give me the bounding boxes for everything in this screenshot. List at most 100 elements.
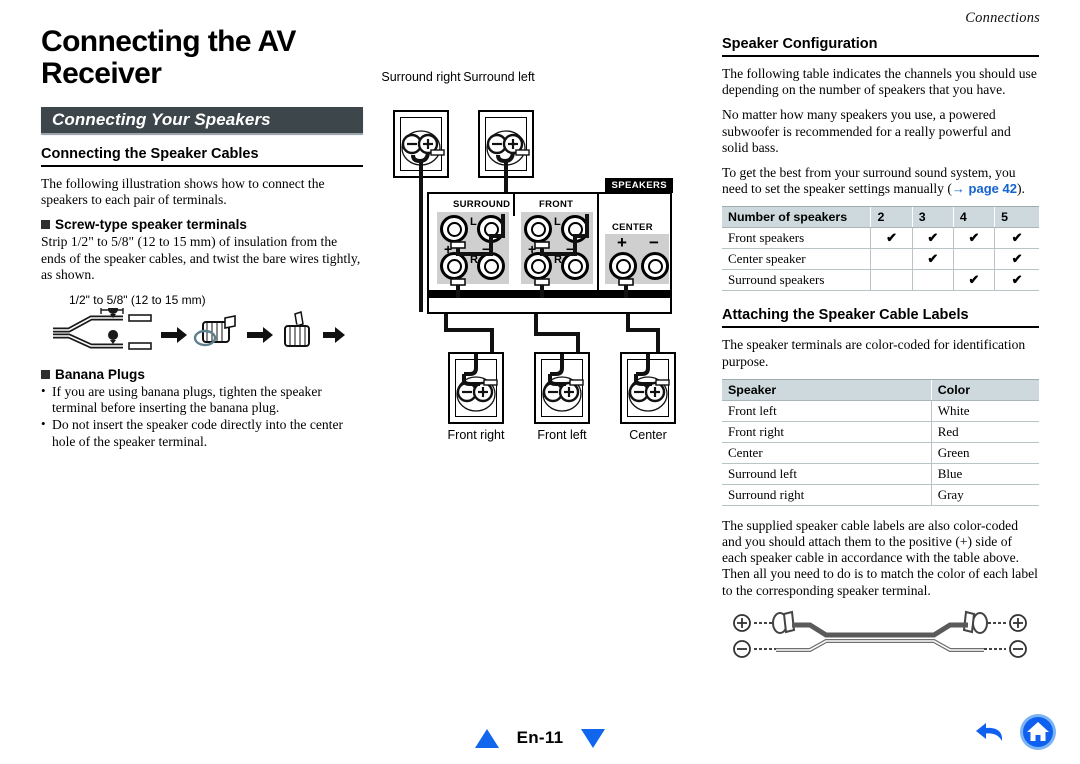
cell-check [953, 248, 996, 271]
terminal-pair-icon [401, 130, 445, 176]
table-header-row: Speaker Color [722, 379, 1039, 401]
cell-check [870, 269, 913, 292]
table-row: Center Green [722, 442, 1039, 464]
right-column: Speaker Configuration The following tabl… [722, 36, 1039, 669]
cell-check: ✔ [994, 269, 1039, 292]
terminal-front-left-plus[interactable] [524, 215, 552, 243]
terminal-center-plus[interactable] [609, 252, 637, 280]
col-header-3: 3 [912, 207, 954, 229]
wire-strip-figure: 1/2" to 5/8" (12 to 15 mm) [51, 293, 363, 355]
col-header-speaker: Speaker [722, 379, 932, 401]
previous-page-button[interactable] [474, 728, 499, 748]
row-label: Center speaker [722, 248, 872, 271]
list-item: Do not insert the speaker code directly … [41, 416, 363, 449]
speaker-center [620, 352, 676, 424]
polarity-minus: − [566, 241, 575, 257]
table-row: Center speaker ✔ ✔ [722, 248, 1039, 271]
cell-check: ✔ [994, 227, 1039, 250]
cell-check: ✔ [870, 227, 913, 250]
speaker-cable-illustration [733, 610, 1027, 658]
section-heading: Connecting the Speaker Cables [41, 146, 259, 162]
channel-label-left: L [470, 216, 477, 228]
speaker-wiring-diagram: Surround right Surround left SPEAKERS SU… [381, 62, 706, 462]
row-label: Surround speakers [722, 269, 872, 292]
channel-label-left: L [554, 216, 561, 228]
speaker-cable-figure [722, 609, 1039, 669]
page-title: Connecting the AV Receiver [41, 25, 296, 90]
cell-check: ✔ [994, 248, 1039, 271]
config-p3-after: ). [1016, 181, 1025, 197]
speaker-color-table-wrap: Speaker Color Front left White Front rig… [722, 378, 1039, 506]
speaker-color: Red [931, 421, 1039, 443]
speakers-tag: SPEAKERS [604, 178, 673, 193]
caption-front-left: Front left [537, 428, 587, 442]
back-arrow-icon[interactable] [972, 714, 1008, 750]
table-row: Front right Red [722, 421, 1039, 443]
speaker-surround-left [478, 110, 534, 178]
speaker-color: Gray [931, 484, 1039, 506]
terminal-surround-left-minus[interactable] [477, 215, 505, 243]
left-column: Connecting the AV Receiver Connecting Yo… [41, 26, 363, 451]
config-paragraph-2: No matter how many speakers you use, a p… [722, 107, 1011, 155]
subheading-screw-terminals-label: Screw-type speaker terminals [55, 217, 247, 233]
channel-label-right: R [554, 254, 562, 266]
terminal-center-minus[interactable] [641, 252, 669, 280]
speaker-surround-right [393, 110, 449, 178]
receiver-terminal-panel: SPEAKERS SURROUND FRONT CENTER L R + − L [427, 178, 673, 314]
terminal-front-left-minus[interactable] [561, 215, 589, 243]
cell-check [870, 248, 913, 271]
table-row: Surround speakers ✔ ✔ [722, 269, 1039, 292]
speaker-front-right [448, 352, 504, 424]
caption-front-right: Front right [447, 428, 505, 442]
speaker-config-heading: Speaker Configuration [722, 36, 878, 52]
section-heading-wrap: Connecting the Speaker Cables [41, 146, 363, 167]
speaker-name: Front right [722, 421, 932, 443]
terminal-surround-left-plus[interactable] [440, 215, 468, 243]
next-page-button[interactable] [581, 728, 606, 748]
page-footer: En-11 [0, 728, 1080, 748]
speaker-front-left [534, 352, 590, 424]
polarity-minus: − [649, 233, 659, 252]
terminal-pair-icon [456, 354, 498, 412]
subheading-screw-terminals: Screw-type speaker terminals [41, 217, 363, 232]
polarity-minus: − [482, 241, 491, 257]
table-header-row: Number of speakers 2 3 4 5 [722, 207, 1039, 229]
speaker-name: Surround left [722, 463, 932, 485]
wire-strip-illustration [53, 304, 345, 350]
speaker-config-heading-wrap: Speaker Configuration [722, 36, 1039, 57]
section-band: Connecting Your Speakers [41, 107, 363, 133]
subheading-banana-plugs: Banana Plugs [41, 367, 363, 382]
speaker-color: Blue [931, 463, 1039, 485]
polarity-plus: + [444, 241, 453, 257]
cell-check: ✔ [953, 269, 996, 292]
table-row: Surround left Blue [722, 463, 1039, 485]
cell-check: ✔ [912, 227, 954, 250]
speaker-color-table: Speaker Color Front left White Front rig… [722, 379, 1039, 506]
row-label: Front speakers [722, 227, 872, 250]
speaker-name: Center [722, 442, 932, 464]
speaker-color: Green [931, 442, 1039, 464]
list-item: If you are using banana plugs, tighten t… [41, 383, 363, 416]
label-surround-left: Surround left [463, 70, 535, 84]
cable-labels-heading: Attaching the Speaker Cable Labels [722, 307, 969, 324]
col-header-color: Color [931, 379, 1039, 401]
speaker-count-table: Number of speakers 2 3 4 5 Front speaker… [722, 207, 1039, 292]
col-header-2: 2 [870, 207, 913, 229]
intro-paragraph: The following illustration shows how to … [41, 176, 325, 208]
caption-center: Center [629, 428, 667, 442]
channel-label-right: R [470, 254, 478, 266]
square-bullet-icon [41, 220, 50, 230]
terminal-pair-icon [542, 354, 584, 412]
page-link-42[interactable]: → page 42 [952, 181, 1017, 196]
page-number: En-11 [516, 728, 564, 747]
subheading-banana-plugs-label: Banana Plugs [55, 367, 145, 383]
speaker-name: Front left [722, 400, 932, 422]
group-label-surround: SURROUND [453, 199, 511, 210]
speaker-color: White [931, 400, 1039, 422]
home-icon[interactable] [1018, 712, 1058, 752]
group-label-front: FRONT [539, 199, 574, 210]
col-header-4: 4 [953, 207, 996, 229]
polarity-plus: + [528, 241, 537, 257]
screw-terminals-body: Strip 1/2" to 5/8" (12 to 15 mm) of insu… [41, 234, 361, 282]
cell-check [912, 269, 954, 292]
